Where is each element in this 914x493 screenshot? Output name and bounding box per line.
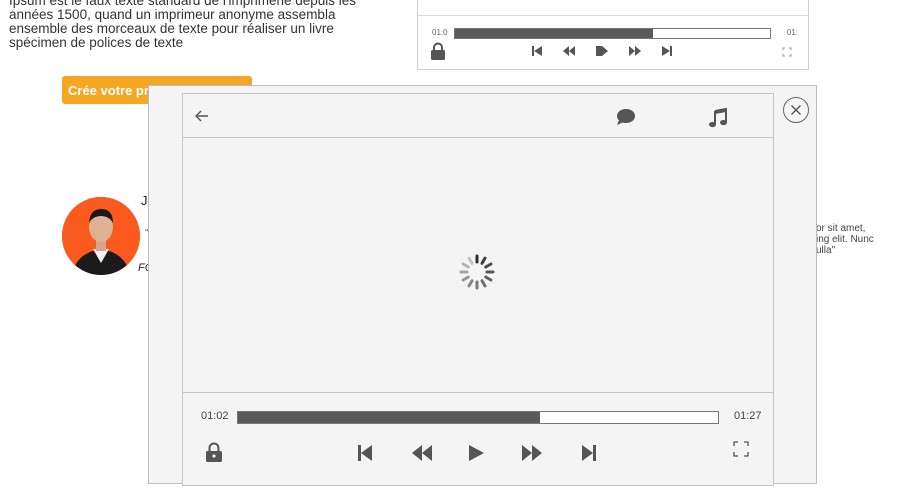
play-button[interactable]	[468, 444, 485, 467]
lock-icon	[206, 442, 222, 462]
player-header	[183, 94, 773, 138]
side-quote-line: ulla"	[816, 245, 836, 256]
skip-next-button[interactable]	[582, 444, 596, 467]
time-duration: 01:27	[734, 410, 762, 422]
rewind-icon	[412, 445, 432, 461]
side-quote: or sit amet, ing elit. Nunc ulla"	[816, 223, 914, 256]
time-current: 01:02	[201, 410, 229, 422]
mini-fast-forward-icon[interactable]	[628, 44, 642, 62]
skip-previous-button[interactable]	[358, 444, 372, 467]
mini-fullscreen-icon[interactable]	[782, 44, 792, 62]
music-note-icon	[709, 107, 727, 128]
skip-previous-icon	[358, 445, 372, 461]
comment-button[interactable]	[616, 108, 636, 131]
mini-skip-next-icon[interactable]	[661, 44, 673, 62]
mini-controls	[531, 44, 673, 62]
intro-line: années 1500, quand un imprimeur anonyme …	[9, 7, 336, 22]
mini-player-divider	[418, 15, 808, 16]
music-button[interactable]	[708, 107, 728, 134]
intro-paragraph: Ipsum est le faux texte standard de l'im…	[9, 0, 369, 50]
mini-rewind-icon[interactable]	[562, 44, 576, 62]
speech-bubble-icon	[617, 109, 635, 125]
play-icon	[469, 445, 484, 461]
close-button[interactable]	[783, 97, 809, 123]
mini-play-icon[interactable]	[595, 44, 609, 62]
loading-spinner-icon	[457, 252, 497, 297]
mini-player: 01:0 01:	[417, 0, 809, 70]
progress-fill	[238, 412, 541, 423]
mini-progress-fill	[455, 29, 654, 38]
video-player: 01:02 01:27	[182, 93, 774, 486]
intro-line: ensemble des morceaux de texte pour réal…	[9, 21, 334, 36]
fast-forward-button[interactable]	[522, 444, 542, 467]
progress-bar[interactable]	[237, 411, 719, 424]
mini-lock-icon[interactable]	[430, 42, 446, 65]
fullscreen-button[interactable]	[733, 441, 749, 462]
skip-next-icon	[582, 445, 596, 461]
arrow-left-icon	[195, 110, 208, 122]
fullscreen-icon	[733, 441, 749, 457]
lock-button[interactable]	[205, 442, 223, 467]
side-quote-line: ing elit. Nunc	[816, 234, 874, 245]
close-icon	[791, 105, 801, 115]
back-button[interactable]	[193, 107, 211, 130]
fast-forward-icon	[522, 445, 542, 461]
rewind-button[interactable]	[412, 444, 432, 467]
mini-time-duration: 01:	[786, 28, 798, 37]
profile-name: J	[141, 193, 148, 208]
intro-line: spécimen de polices de texte	[9, 35, 184, 50]
mini-progress-bar[interactable]	[454, 28, 771, 39]
video-area[interactable]	[183, 139, 773, 393]
mini-skip-previous-icon[interactable]	[531, 44, 543, 62]
side-quote-line: or sit amet,	[816, 223, 866, 234]
mini-time-current: 01:0	[432, 28, 448, 37]
avatar	[62, 197, 140, 275]
